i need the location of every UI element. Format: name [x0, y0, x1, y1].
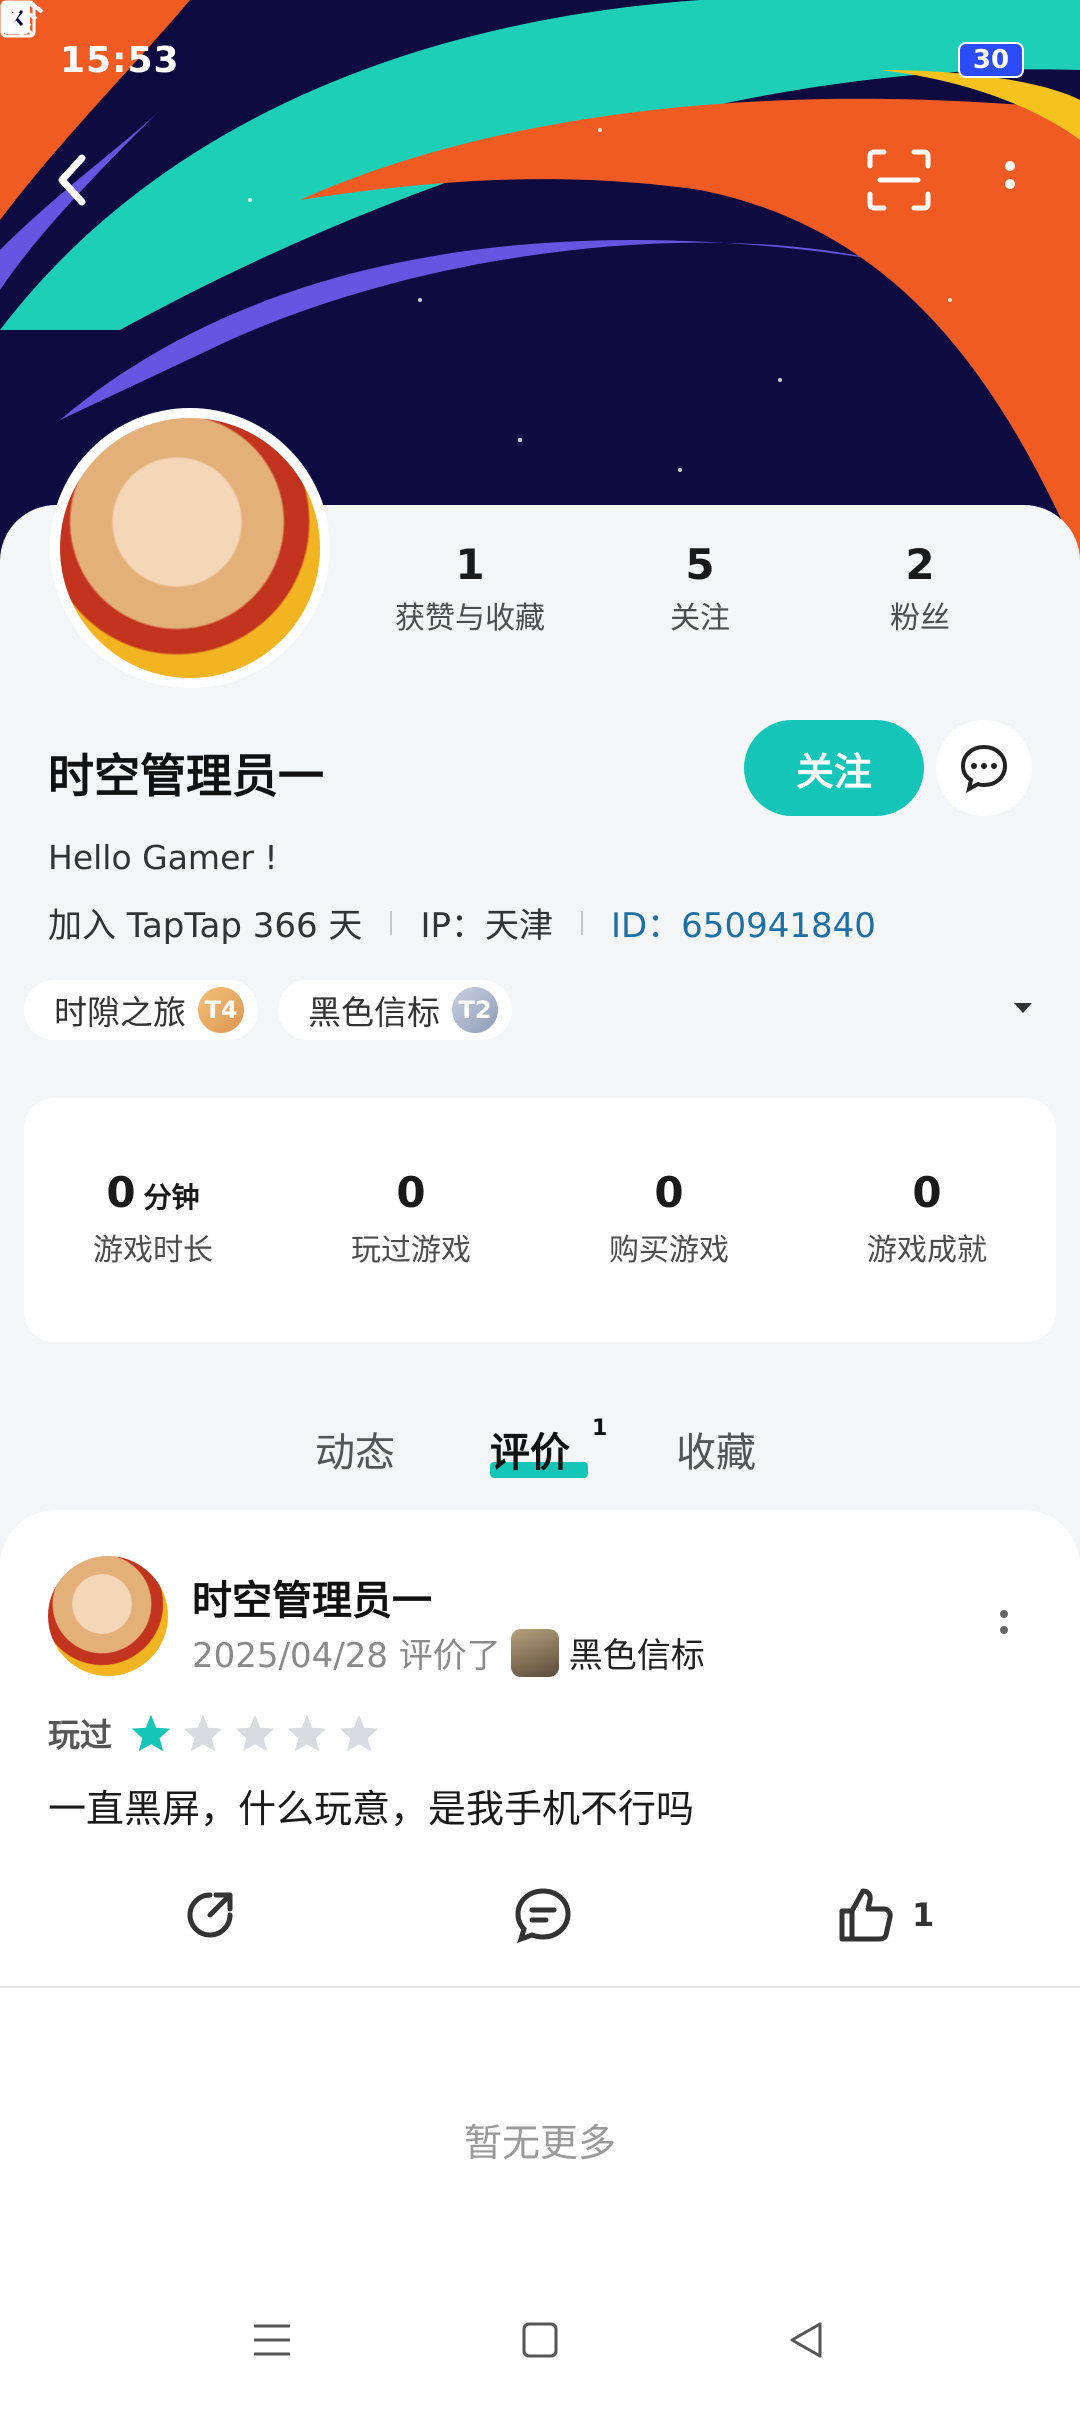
stat-value: 1 — [455, 540, 485, 589]
stat-value: 2 — [905, 540, 935, 589]
review-actions: 1 — [0, 1865, 1080, 1965]
stat-play-time[interactable]: 0 分钟 游戏时长 — [24, 1168, 282, 1269]
stat-label: 玩过游戏 — [351, 1233, 471, 1268]
comment-icon — [515, 1888, 571, 1944]
review-text[interactable]: 一直黑屏，什么玩意，是我手机不行吗 — [48, 1778, 694, 1833]
profile-meta: 加入 TapTap 366 天 IP：天津 ID：650941840 — [48, 898, 876, 947]
stat-value: 0 — [654, 1168, 684, 1217]
menu-icon — [254, 2324, 290, 2356]
battery-level: 30 — [958, 42, 1024, 78]
stat-followers[interactable]: 2 粉丝 — [850, 540, 990, 637]
join-days: 加入 TapTap 366 天 — [48, 906, 363, 946]
no-more-text: 暂无更多 — [463, 2121, 616, 2165]
stat-label: 游戏成就 — [867, 1233, 987, 1268]
triangle-back-icon — [790, 2322, 822, 2358]
badge-level-icon: T4 — [198, 987, 244, 1033]
stat-value: 0 — [106, 1168, 136, 1217]
star-empty-icon — [339, 1714, 379, 1752]
divider — [0, 1986, 1080, 1988]
system-back-button[interactable] — [786, 2320, 826, 2364]
game-icon[interactable] — [510, 1628, 559, 1677]
recent-apps-button[interactable] — [252, 2320, 292, 2364]
badge-list: 时隙之旅 T4 黑色信标 T2 — [24, 980, 512, 1040]
badges-expand-button[interactable] — [1012, 1000, 1034, 1020]
profile-stats: 1 获赞与收藏 5 关注 2 粉丝 — [380, 540, 1080, 640]
tab-reviews[interactable]: 评价 — [490, 1420, 570, 1478]
review-rating-row: 玩过 — [48, 1710, 380, 1756]
tab-reviews-count: 1 — [592, 1416, 608, 1441]
stat-value: 0 — [912, 1168, 942, 1217]
review-game-name[interactable]: 黑色信标 — [569, 1628, 705, 1677]
home-button[interactable] — [520, 2320, 560, 2364]
scan-icon — [867, 149, 931, 211]
review-author-name[interactable]: 时空管理员一 — [192, 1568, 432, 1626]
charging-icon — [2, 0, 20, 34]
stat-label: 游戏时长 — [93, 1233, 213, 1268]
stat-games-bought[interactable]: 0 购买游戏 — [540, 1168, 798, 1269]
back-button[interactable] — [46, 148, 106, 212]
square-icon — [522, 2322, 558, 2358]
star-empty-icon — [235, 1714, 275, 1752]
content-tabs: 动态 评价 1 收藏 — [0, 1410, 1080, 1490]
review-more-button[interactable] — [992, 1594, 1016, 1654]
badge-item[interactable]: 黑色信标 T2 — [278, 980, 512, 1040]
tab-feed[interactable]: 动态 — [315, 1420, 395, 1478]
review-author-avatar[interactable] — [48, 1556, 168, 1676]
stat-following[interactable]: 5 关注 — [630, 540, 770, 637]
stat-likes[interactable]: 1 获赞与收藏 — [380, 540, 560, 637]
user-id[interactable]: ID：650941840 — [611, 898, 876, 947]
avatar-image — [60, 418, 320, 678]
star-empty-icon — [183, 1714, 223, 1752]
profile-bio: Hello Gamer ! — [48, 838, 278, 877]
stat-value: 5 — [685, 540, 715, 589]
system-nav-bar — [0, 2310, 1080, 2390]
chat-bubble-icon — [960, 744, 1008, 793]
stat-label: 关注 — [670, 601, 730, 636]
game-stats-panel: 0 分钟 游戏时长 0 玩过游戏 0 购买游戏 0 游戏成就 — [24, 1098, 1056, 1342]
badge-label: 黑色信标 — [308, 993, 440, 1032]
review-date: 2025/04/28 评价了 — [192, 1636, 501, 1676]
message-button[interactable] — [936, 720, 1032, 816]
more-vertical-icon — [1005, 161, 1015, 189]
more-vertical-icon — [1000, 1610, 1008, 1634]
stat-unit: 分钟 — [143, 1181, 200, 1214]
stat-label: 购买游戏 — [609, 1233, 729, 1268]
like-button[interactable]: 1 — [836, 1885, 934, 1945]
separator — [580, 910, 583, 935]
scan-button[interactable] — [866, 148, 932, 212]
status-icons: 30 — [0, 0, 1024, 78]
separator — [390, 910, 393, 935]
star-empty-icon — [287, 1714, 327, 1752]
status-time: 15:53 — [60, 39, 180, 81]
review-meta: 2025/04/28 评价了 黑色信标 — [192, 1628, 705, 1677]
ip-location: IP：天津 — [420, 906, 553, 946]
review-card: 时空管理员一 2025/04/28 评价了 黑色信标 玩过 一直黑屏，什么玩意，… — [0, 1510, 1080, 1990]
top-nav — [0, 130, 1080, 230]
played-label: 玩过 — [48, 1716, 113, 1754]
comment-button[interactable] — [512, 1885, 574, 1945]
status-bar: 15:53 30 — [0, 0, 1080, 120]
share-icon — [187, 1892, 233, 1938]
more-options-button[interactable] — [990, 148, 1030, 212]
stat-label: 粉丝 — [890, 601, 950, 636]
stat-label: 获赞与收藏 — [395, 601, 545, 636]
like-count: 1 — [912, 1896, 935, 1934]
username: 时空管理员一 — [48, 749, 324, 803]
tab-favorites[interactable]: 收藏 — [676, 1420, 756, 1478]
follow-button[interactable]: 关注 — [744, 720, 924, 816]
stat-games-played[interactable]: 0 玩过游戏 — [282, 1168, 540, 1269]
badge-item[interactable]: 时隙之旅 T4 — [24, 980, 258, 1040]
badge-level-icon: T2 — [452, 987, 498, 1033]
star-filled-icon — [131, 1714, 171, 1752]
back-arrow-icon — [58, 154, 86, 206]
thumbs-up-icon — [839, 1888, 893, 1942]
stat-value: 0 — [396, 1168, 426, 1217]
caret-down-icon — [1014, 1003, 1032, 1013]
share-button[interactable] — [180, 1885, 240, 1945]
profile-avatar[interactable] — [50, 408, 330, 688]
badge-label: 时隙之旅 — [54, 993, 186, 1032]
stat-achievements[interactable]: 0 游戏成就 — [798, 1168, 1056, 1269]
battery-indicator: 30 — [2, 0, 1024, 78]
